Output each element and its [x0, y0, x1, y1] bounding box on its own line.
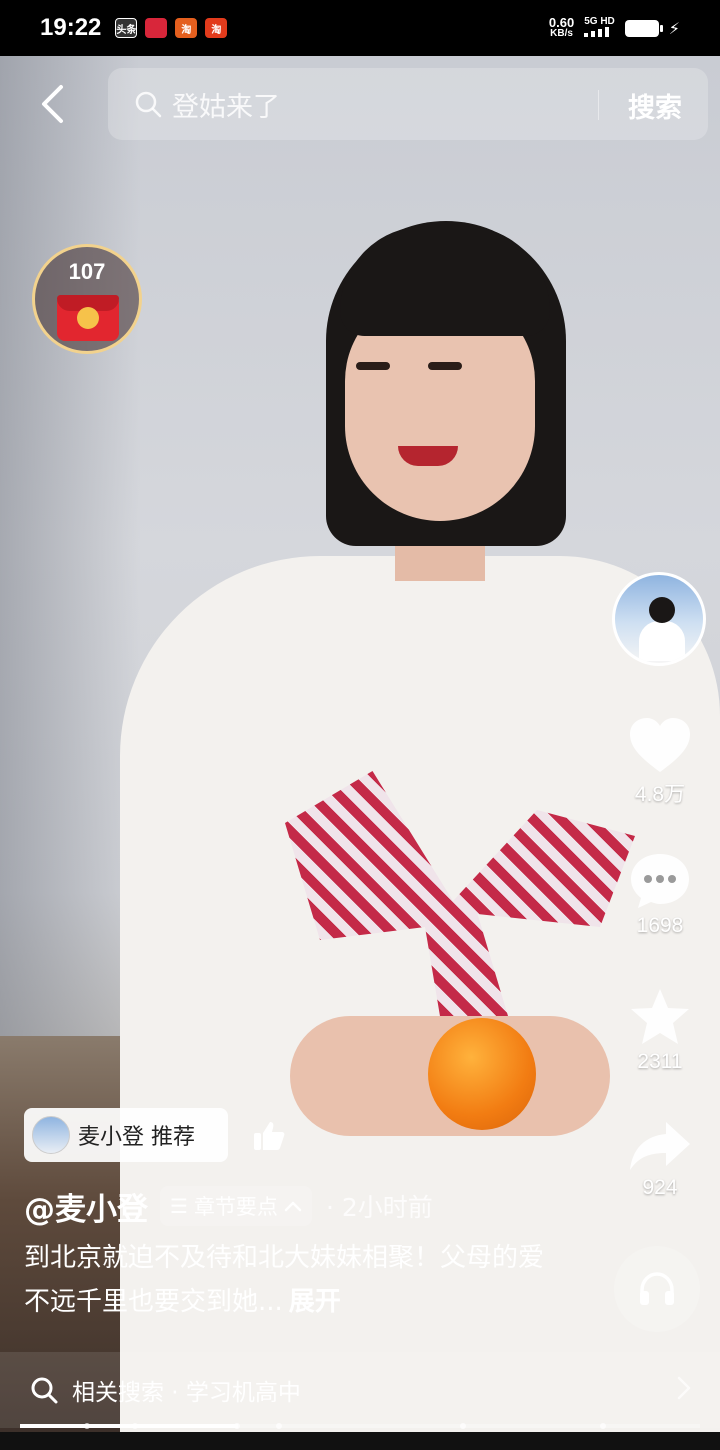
related-search-bar[interactable]: 相关搜索 · 学习机高中	[0, 1352, 720, 1428]
person-eye-left	[356, 362, 390, 370]
search-icon	[31, 1377, 58, 1404]
search-divider	[598, 90, 599, 120]
wall-shadow	[0, 56, 140, 1106]
home-indicator	[0, 1432, 720, 1450]
like-count: 4.8万	[634, 783, 686, 806]
chapter-marker	[132, 1423, 138, 1429]
author-avatar[interactable]	[612, 572, 706, 666]
author-line: @麦小登 ☰ 章节要点 · 2小时前	[24, 1184, 433, 1228]
recommend-label: 麦小登 推荐	[78, 1125, 195, 1150]
comment-count: 1698	[636, 914, 684, 937]
net-speed-value: 0.60	[548, 15, 575, 30]
share-button[interactable]: 924	[612, 1120, 708, 1200]
search-button[interactable]: 搜索	[628, 86, 682, 125]
comment-icon	[631, 854, 689, 908]
status-app-icons: 头条 淘 淘	[115, 18, 228, 38]
status-right: 0.60 KB/s 5G HD ⚡	[549, 16, 680, 40]
recommend-chip[interactable]: 麦小登 推荐	[24, 1108, 228, 1162]
recommend-thumb-button[interactable]	[240, 1110, 298, 1162]
thumbs-up-icon	[254, 1122, 285, 1150]
back-button[interactable]	[30, 80, 74, 128]
post-description: 到北京就迫不及待和北大妹妹相聚！父母的爱不远千里也要交到她... 展开	[24, 1236, 544, 1324]
app-icon-red-1	[145, 18, 168, 38]
share-arrow-icon	[630, 1122, 690, 1170]
chevron-left-icon	[42, 85, 63, 123]
network-type: 5G HD	[584, 16, 615, 27]
chapter-label: 章节要点	[193, 1195, 278, 1219]
favorite-count: 2311	[637, 1050, 683, 1073]
signal-icon: 5G HD	[584, 16, 615, 40]
status-bar: 19:22 头条 淘 淘 0.60 KB/s 5G HD ⚡	[0, 0, 720, 56]
chapter-points-chip[interactable]: ☰ 章节要点	[160, 1186, 312, 1226]
expand-link[interactable]: 展开	[289, 1287, 341, 1317]
battery-icon	[624, 19, 663, 37]
red-envelope-timer[interactable]: 107	[32, 244, 142, 354]
chapter-marker	[460, 1423, 466, 1429]
like-button[interactable]: 4.8万	[612, 716, 708, 808]
post-time: · 2小时前	[325, 1193, 433, 1222]
chevron-up-icon	[284, 1201, 302, 1212]
share-count: 924	[642, 1176, 678, 1199]
chevron-right-icon	[677, 1376, 691, 1400]
orange-fruit	[428, 1018, 536, 1130]
taobao-app-icon-2: 淘	[205, 18, 228, 38]
net-speed: 0.60 KB/s	[548, 15, 575, 39]
search-icon	[135, 91, 162, 118]
signal-bars-icon	[584, 27, 610, 37]
chapter-marker	[234, 1423, 240, 1429]
taobao-app-icon-1: 淘	[175, 18, 198, 38]
author-name[interactable]: @麦小登	[24, 1184, 148, 1229]
person-eye-right	[428, 362, 462, 370]
net-speed-unit: KB/s	[550, 28, 573, 39]
status-time: 19:22	[40, 14, 102, 41]
video-progress-bar[interactable]	[20, 1423, 700, 1429]
chapter-marker	[84, 1423, 90, 1429]
related-search-label: 相关搜索 · 学习机高中	[72, 1380, 301, 1406]
headphones-icon	[640, 1272, 674, 1305]
envelope-count: 107	[68, 259, 106, 284]
toutiao-app-icon: 头条	[115, 18, 138, 38]
search-bar[interactable]: 登姑来了 搜索	[108, 68, 708, 140]
person-bangs	[340, 226, 550, 336]
listen-button[interactable]	[614, 1246, 700, 1332]
list-icon: ☰	[170, 1194, 188, 1218]
description-text: 到北京就迫不及待和北大妹妹相聚！父母的爱不远千里也要交到她...	[24, 1243, 545, 1317]
chapter-marker	[276, 1423, 282, 1429]
recommender-avatar	[32, 1116, 70, 1154]
red-envelope-icon	[57, 295, 119, 341]
comment-button[interactable]: 1698	[612, 850, 708, 938]
heart-icon	[630, 718, 690, 772]
charging-icon: ⚡	[668, 18, 680, 38]
video-progress-fill	[20, 1424, 238, 1428]
search-input[interactable]: 登姑来了	[172, 85, 280, 124]
chapter-marker	[600, 1423, 606, 1429]
favorite-button[interactable]: 2311	[612, 986, 708, 1074]
star-icon	[631, 989, 689, 1044]
